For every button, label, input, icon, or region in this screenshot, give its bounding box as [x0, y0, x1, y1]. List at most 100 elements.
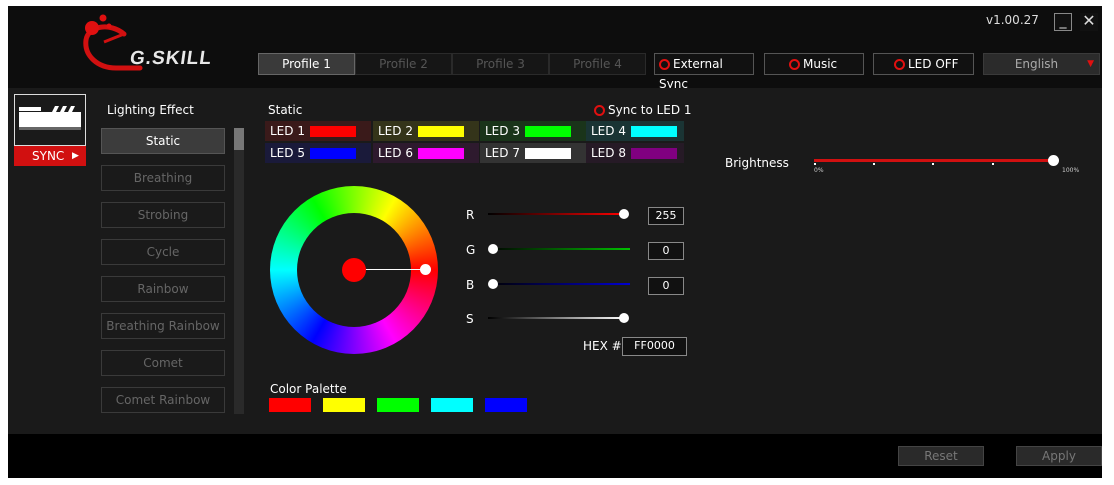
effect-static[interactable]: Static: [101, 128, 225, 154]
effect-breathing[interactable]: Breathing: [101, 165, 225, 191]
palette-swatch-5[interactable]: [485, 398, 527, 412]
effect-cycle[interactable]: Cycle: [101, 239, 225, 265]
effect-strobing[interactable]: Strobing: [101, 202, 225, 228]
red-value-field[interactable]: 255: [648, 207, 684, 225]
red-slider-track[interactable]: [488, 213, 625, 215]
effects-scrollbar-thumb[interactable]: [234, 128, 244, 150]
led-1-cell[interactable]: LED 1: [265, 121, 371, 141]
led-8-cell[interactable]: LED 8: [586, 143, 684, 163]
sync-to-led1-radio-icon: [594, 105, 605, 116]
memory-module-card[interactable]: [14, 94, 86, 146]
led-color-swatch: [310, 148, 356, 159]
hex-value-field[interactable]: FF0000: [622, 337, 687, 356]
current-color-dot: [342, 258, 366, 282]
led-5-cell[interactable]: LED 5: [265, 143, 371, 163]
green-value-field[interactable]: 0: [648, 242, 684, 260]
reset-button[interactable]: Reset: [898, 446, 984, 466]
static-panel-title: Static: [268, 103, 303, 117]
led-color-swatch: [418, 148, 464, 159]
brightness-slider-track[interactable]: [814, 159, 1054, 162]
led-off-toggle[interactable]: LED OFF: [873, 53, 974, 75]
led-4-cell[interactable]: LED 4: [586, 121, 684, 141]
external-sync-toggle[interactable]: External Sync: [654, 53, 754, 91]
minimize-button[interactable]: _: [1054, 13, 1072, 31]
brand-name: G.SKILL: [128, 48, 214, 69]
led-color-swatch: [525, 126, 571, 137]
brightness-label: Brightness: [725, 156, 789, 170]
tab-profile-2[interactable]: Profile 2: [355, 53, 452, 75]
led-color-swatch: [418, 126, 464, 137]
language-selected-value: English: [1014, 57, 1059, 71]
saturation-label: S: [466, 312, 474, 326]
led-7-cell[interactable]: LED 7: [480, 143, 586, 163]
led-label: LED 3: [485, 124, 520, 138]
led-color-swatch: [631, 126, 677, 137]
led-label: LED 2: [378, 124, 413, 138]
language-select[interactable]: English ▼: [983, 53, 1100, 75]
effect-breathing-rainbow[interactable]: Breathing Rainbow: [101, 313, 225, 339]
green-slider-track[interactable]: [488, 248, 630, 250]
blue-value-field[interactable]: 0: [648, 277, 684, 295]
led-6-cell[interactable]: LED 6: [373, 143, 479, 163]
led-2-cell[interactable]: LED 2: [373, 121, 479, 141]
palette-swatch-2[interactable]: [323, 398, 365, 412]
led-color-swatch: [310, 126, 356, 137]
color-palette-heading: Color Palette: [270, 382, 347, 396]
brightness-slider-handle[interactable]: [1048, 155, 1059, 166]
music-label: Music: [803, 57, 838, 71]
brightness-tick: [814, 163, 816, 165]
music-radio-icon: [789, 59, 800, 70]
title-bar: G.SKILL v1.00.27 _ ✕ Profile 1 Profile 2…: [8, 6, 1102, 91]
red-label: R: [466, 208, 475, 222]
chevron-down-icon: ▼: [1087, 59, 1094, 69]
palette-swatch-1[interactable]: [269, 398, 311, 412]
red-slider-handle[interactable]: [619, 209, 629, 219]
blue-label: B: [466, 278, 475, 292]
green-slider-handle[interactable]: [488, 244, 498, 254]
led-color-swatch: [525, 148, 571, 159]
music-toggle[interactable]: Music: [764, 53, 864, 75]
tab-profile-3[interactable]: Profile 3: [452, 53, 549, 75]
sync-label: SYNC: [32, 149, 65, 163]
tab-profile-1[interactable]: Profile 1: [258, 53, 355, 75]
brightness-min-label: 0%: [814, 167, 824, 174]
led-label: LED 7: [485, 146, 520, 160]
saturation-slider-handle[interactable]: [619, 313, 629, 323]
memory-module-icon: [19, 106, 81, 130]
led-color-swatch: [631, 148, 677, 159]
green-label: G: [466, 243, 476, 257]
sync-to-led1-label: Sync to LED 1: [608, 103, 692, 117]
effect-rainbow[interactable]: Rainbow: [101, 276, 225, 302]
led-label: LED 8: [591, 146, 626, 160]
led-off-radio-icon: [894, 59, 905, 70]
apply-button[interactable]: Apply: [1016, 446, 1102, 466]
color-wheel-handle[interactable]: [420, 264, 431, 275]
tab-profile-4[interactable]: Profile 4: [549, 53, 646, 75]
palette-swatch-3[interactable]: [377, 398, 419, 412]
led-label: LED 5: [270, 146, 305, 160]
saturation-slider-track[interactable]: [488, 317, 625, 319]
lighting-effect-heading: Lighting Effect: [107, 103, 194, 117]
palette-swatch-4[interactable]: [431, 398, 473, 412]
external-sync-radio-icon: [659, 59, 670, 70]
brightness-max-label: 100%: [1062, 167, 1080, 174]
blue-slider-track[interactable]: [488, 283, 630, 285]
chevron-right-icon: ▶: [72, 151, 79, 161]
close-button[interactable]: ✕: [1080, 13, 1098, 31]
brightness-tick: [932, 163, 934, 165]
effect-comet-rainbow[interactable]: Comet Rainbow: [101, 387, 225, 413]
hex-label: HEX #: [583, 339, 622, 353]
effects-scrollbar-track[interactable]: [234, 128, 244, 414]
sync-to-led1-toggle[interactable]: Sync to LED 1: [594, 103, 692, 117]
effect-comet[interactable]: Comet: [101, 350, 225, 376]
brightness-tick: [992, 163, 994, 165]
led-off-label: LED OFF: [908, 57, 959, 71]
app-window: G.SKILL v1.00.27 _ ✕ Profile 1 Profile 2…: [8, 6, 1102, 478]
brightness-tick: [873, 163, 875, 165]
blue-slider-handle[interactable]: [488, 279, 498, 289]
version-label: v1.00.27: [986, 13, 1039, 27]
led-3-cell[interactable]: LED 3: [480, 121, 586, 141]
led-label: LED 4: [591, 124, 626, 138]
led-label: LED 1: [270, 124, 305, 138]
sync-button[interactable]: SYNC ▶: [14, 146, 86, 166]
